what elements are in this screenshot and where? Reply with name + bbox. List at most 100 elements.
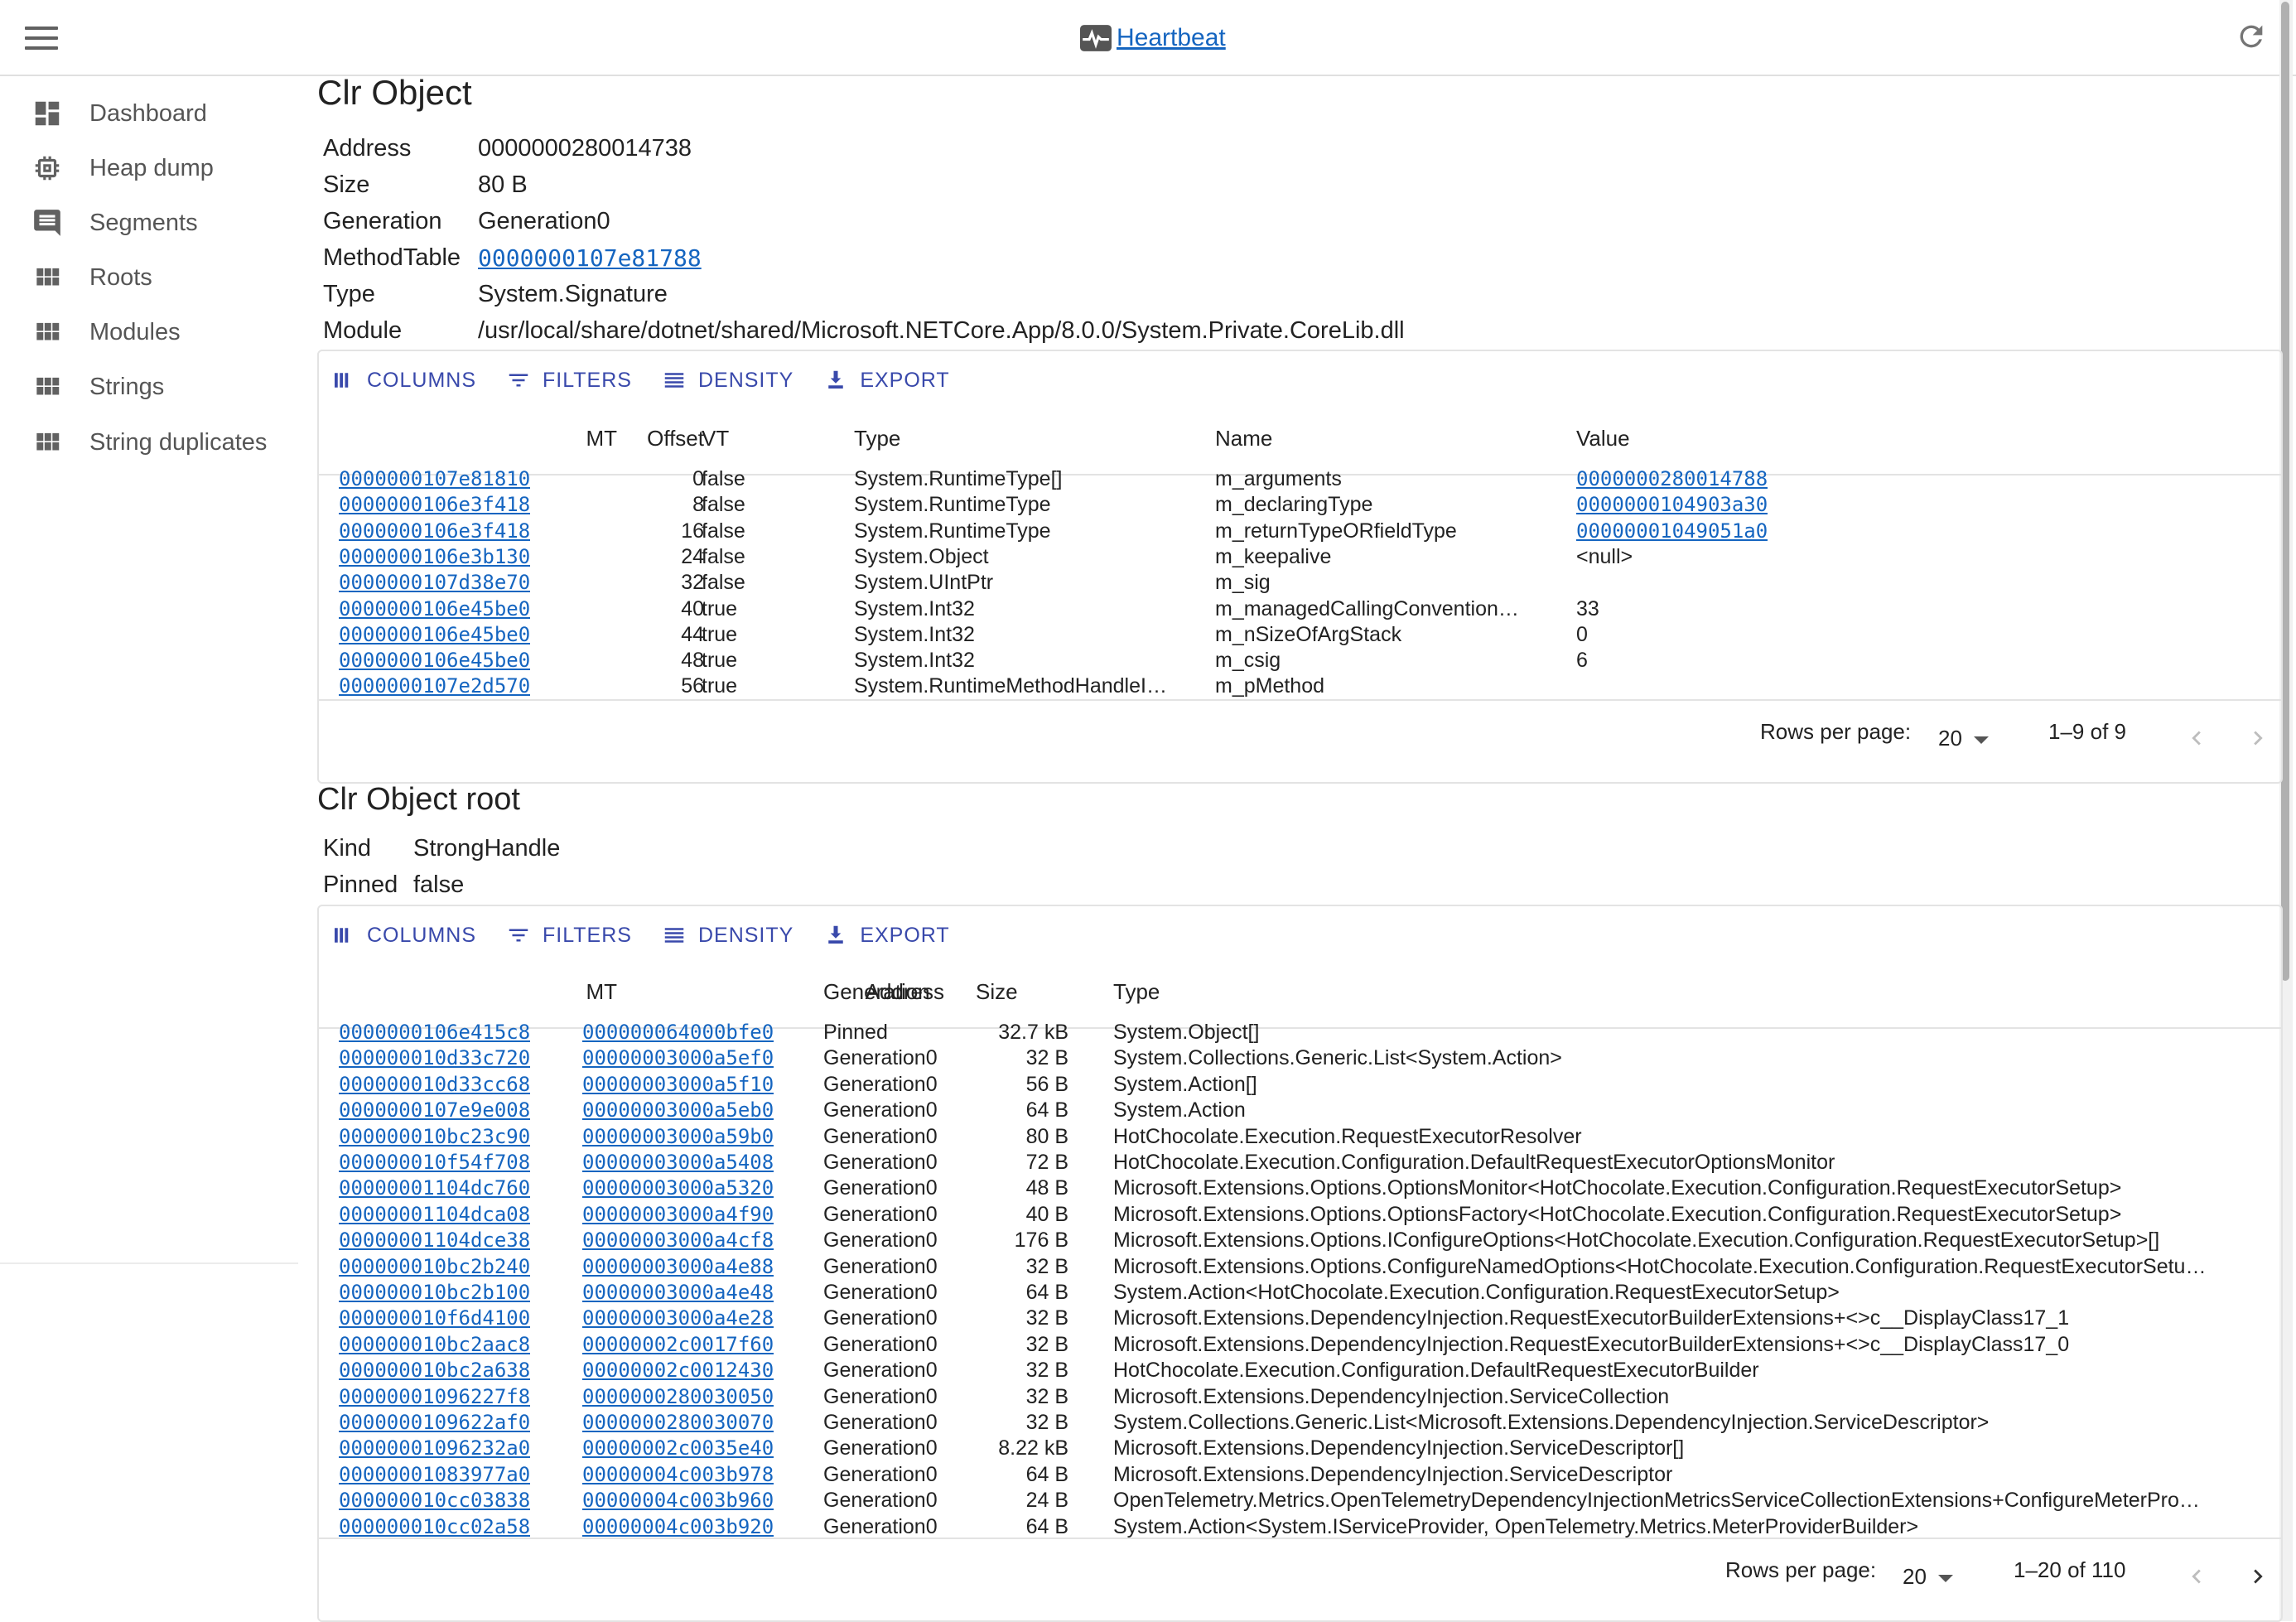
columns-button[interactable]: COLUMNS xyxy=(330,923,476,948)
cell-address-link[interactable]: 00000002c0035e40 xyxy=(582,1436,774,1460)
cell-mt-link[interactable]: 00000001104dca08 xyxy=(339,1203,530,1226)
sidebar-item-dashboard[interactable]: Dashboard xyxy=(0,89,298,138)
app-title-link[interactable]: Heartbeat xyxy=(1117,24,1226,52)
table-row[interactable]: 0000000107e2d570 56 true System.RuntimeMeth… xyxy=(319,674,2281,700)
cell-address-link[interactable]: 00000004c003b920 xyxy=(582,1515,774,1538)
cell-mt-link[interactable]: 0000000106e45be0 xyxy=(339,597,530,620)
table-row[interactable]: 0000000109622af0 0000000280030070 Generati… xyxy=(319,1411,2281,1436)
table-row[interactable]: 0000000107e81810 0 false System.RuntimeType… xyxy=(319,467,2281,493)
cell-address-link[interactable]: 00000003000a59b0 xyxy=(582,1125,774,1148)
header-vt[interactable]: VT xyxy=(702,426,729,451)
sidebar-item-segments[interactable]: Segments xyxy=(0,198,298,248)
cell-mt-link[interactable]: 000000010bc2a638 xyxy=(339,1359,530,1382)
table-row[interactable]: 000000010bc2b100 00000003000a4e48 Generati… xyxy=(319,1281,2281,1306)
table-row[interactable]: 00000001104dce38 00000003000a4cf8 Generati… xyxy=(319,1229,2281,1254)
header-offset[interactable]: Offset xyxy=(605,426,704,451)
table-row[interactable]: 000000010bc23c90 00000003000a59b0 Generati… xyxy=(319,1125,2281,1151)
cell-address-link[interactable]: 00000004c003b960 xyxy=(582,1489,774,1512)
table-row[interactable]: 000000010cc02a58 00000004c003b920 Generati… xyxy=(319,1515,2281,1541)
header-name[interactable]: Name xyxy=(1215,426,1272,451)
header-size[interactable]: Size xyxy=(976,979,1018,1005)
header-generation[interactable]: Generation xyxy=(823,979,930,1005)
rows-per-page-select[interactable]: 20 xyxy=(1903,1564,1953,1590)
table-row[interactable]: 0000000106e415c8 000000064000bfe0 Pinned 32… xyxy=(319,1021,2281,1046)
table-row[interactable]: 000000010bc2b240 00000003000a4e88 Generati… xyxy=(319,1255,2281,1281)
cell-mt-link[interactable]: 000000010f6d4100 xyxy=(339,1306,530,1330)
cell-address-link[interactable]: 00000003000a5408 xyxy=(582,1151,774,1174)
cell-mt-link[interactable]: 00000001104dc760 xyxy=(339,1176,530,1200)
columns-button[interactable]: COLUMNS xyxy=(330,368,476,393)
cell-mt-link[interactable]: 00000001083977a0 xyxy=(339,1463,530,1486)
header-mt[interactable]: MT xyxy=(518,979,617,1005)
table-row[interactable]: 00000001083977a0 00000004c003b978 Generati… xyxy=(319,1463,2281,1489)
table-row[interactable]: 0000000106e45be0 44 true System.Int32 m_nSiz… xyxy=(319,623,2281,649)
table-row[interactable]: 0000000107d38e70 32 false System.UIntPtr m_s… xyxy=(319,571,2281,596)
cell-mt-link[interactable]: 000000010bc23c90 xyxy=(339,1125,530,1148)
next-page-icon[interactable] xyxy=(2244,724,2272,752)
cell-address-link[interactable]: 000000064000bfe0 xyxy=(582,1021,774,1044)
cell-mt-link[interactable]: 000000010d33c720 xyxy=(339,1046,530,1069)
cell-address-link[interactable]: 00000003000a5eb0 xyxy=(582,1098,774,1122)
table-row[interactable]: 000000010d33cc68 00000003000a5f10 Generati… xyxy=(319,1073,2281,1098)
cell-mt-link[interactable]: 0000000106e3f418 xyxy=(339,493,530,516)
cell-address-link[interactable]: 00000003000a5f10 xyxy=(582,1073,774,1096)
header-mt[interactable]: MT xyxy=(518,426,617,451)
sidebar-item-heap-dump[interactable]: Heap dump xyxy=(0,143,298,193)
cell-address-link[interactable]: 0000000280030070 xyxy=(582,1411,774,1434)
cell-mt-link[interactable]: 0000000107e81810 xyxy=(339,467,530,490)
cell-mt-link[interactable]: 000000010bc2aac8 xyxy=(339,1333,530,1356)
sidebar-item-roots[interactable]: Roots xyxy=(0,253,298,302)
rows-per-page-select[interactable]: 20 xyxy=(1938,726,1989,751)
prev-page-icon[interactable] xyxy=(2183,724,2211,752)
cell-mt-link[interactable]: 000000010cc02a58 xyxy=(339,1515,530,1538)
density-button[interactable]: DENSITY xyxy=(662,368,793,393)
table-row[interactable]: 00000001096227f8 0000000280030050 Generati… xyxy=(319,1385,2281,1411)
filters-button[interactable]: FILTERS xyxy=(506,923,632,948)
table-row[interactable]: 0000000106e3b130 24 false System.Object m_ke… xyxy=(319,545,2281,571)
filters-button[interactable]: FILTERS xyxy=(506,368,632,393)
table-row[interactable]: 000000010d33c720 00000003000a5ef0 Generati… xyxy=(319,1046,2281,1072)
export-button[interactable]: EXPORT xyxy=(823,923,949,948)
cell-mt-link[interactable]: 0000000107e2d570 xyxy=(339,674,530,698)
table-row[interactable]: 0000000106e45be0 48 true System.Int32 m_csig… xyxy=(319,649,2281,674)
table-row[interactable]: 000000010bc2a638 00000002c0012430 Generati… xyxy=(319,1359,2281,1384)
sidebar-item-string-duplicates[interactable]: String duplicates xyxy=(0,418,298,467)
cell-address-link[interactable]: 00000002c0017f60 xyxy=(582,1333,774,1356)
cell-address-link[interactable]: 00000003000a4cf8 xyxy=(582,1229,774,1252)
table-row[interactable]: 0000000106e3f418 16 false System.RuntimeTyp… xyxy=(319,519,2281,545)
cell-mt-link[interactable]: 0000000106e3f418 xyxy=(339,519,530,543)
header-type[interactable]: Type xyxy=(854,426,900,451)
table-row[interactable]: 000000010cc03838 00000004c003b960 Generati… xyxy=(319,1489,2281,1514)
methodtable-link[interactable]: 0000000107e81788 xyxy=(478,244,702,272)
cell-value-link[interactable]: 00000001049051a0 xyxy=(1576,519,1768,543)
cell-mt-link[interactable]: 000000010cc03838 xyxy=(339,1489,530,1512)
refresh-icon[interactable] xyxy=(2235,20,2268,53)
density-button[interactable]: DENSITY xyxy=(662,923,793,948)
table-row[interactable]: 00000001104dca08 00000003000a4f90 Generati… xyxy=(319,1203,2281,1229)
cell-mt-link[interactable]: 00000001096232a0 xyxy=(339,1436,530,1460)
cell-mt-link[interactable]: 0000000106e45be0 xyxy=(339,649,530,672)
cell-address-link[interactable]: 00000003000a4e88 xyxy=(582,1255,774,1278)
table-row[interactable]: 000000010f6d4100 00000003000a4e28 Generati… xyxy=(319,1306,2281,1332)
cell-address-link[interactable]: 00000003000a4f90 xyxy=(582,1203,774,1226)
cell-address-link[interactable]: 00000003000a5320 xyxy=(582,1176,774,1200)
cell-address-link[interactable]: 00000003000a5ef0 xyxy=(582,1046,774,1069)
cell-mt-link[interactable]: 0000000106e45be0 xyxy=(339,623,530,646)
cell-address-link[interactable]: 00000003000a4e48 xyxy=(582,1281,774,1304)
cell-mt-link[interactable]: 0000000107d38e70 xyxy=(339,571,530,594)
cell-value-link[interactable]: 0000000104903a30 xyxy=(1576,493,1768,516)
cell-mt-link[interactable]: 000000010d33cc68 xyxy=(339,1073,530,1096)
sidebar-item-strings[interactable]: Strings xyxy=(0,362,298,412)
table-row[interactable]: 0000000106e45be0 40 true System.Int32 m_mana… xyxy=(319,597,2281,623)
cell-mt-link[interactable]: 0000000109622af0 xyxy=(339,1411,530,1434)
prev-page-icon[interactable] xyxy=(2183,1562,2211,1591)
header-value[interactable]: Value xyxy=(1576,426,1630,451)
cell-mt-link[interactable]: 000000010bc2b100 xyxy=(339,1281,530,1304)
table-row[interactable]: 0000000106e3f418 8 false System.RuntimeType… xyxy=(319,493,2281,519)
cell-address-link[interactable]: 00000003000a4e28 xyxy=(582,1306,774,1330)
menu-icon[interactable] xyxy=(25,23,58,51)
cell-address-link[interactable]: 00000004c003b978 xyxy=(582,1463,774,1486)
export-button[interactable]: EXPORT xyxy=(823,368,949,393)
cell-mt-link[interactable]: 0000000106e415c8 xyxy=(339,1021,530,1044)
table-row[interactable]: 0000000107e9e008 00000003000a5eb0 Generati… xyxy=(319,1098,2281,1124)
